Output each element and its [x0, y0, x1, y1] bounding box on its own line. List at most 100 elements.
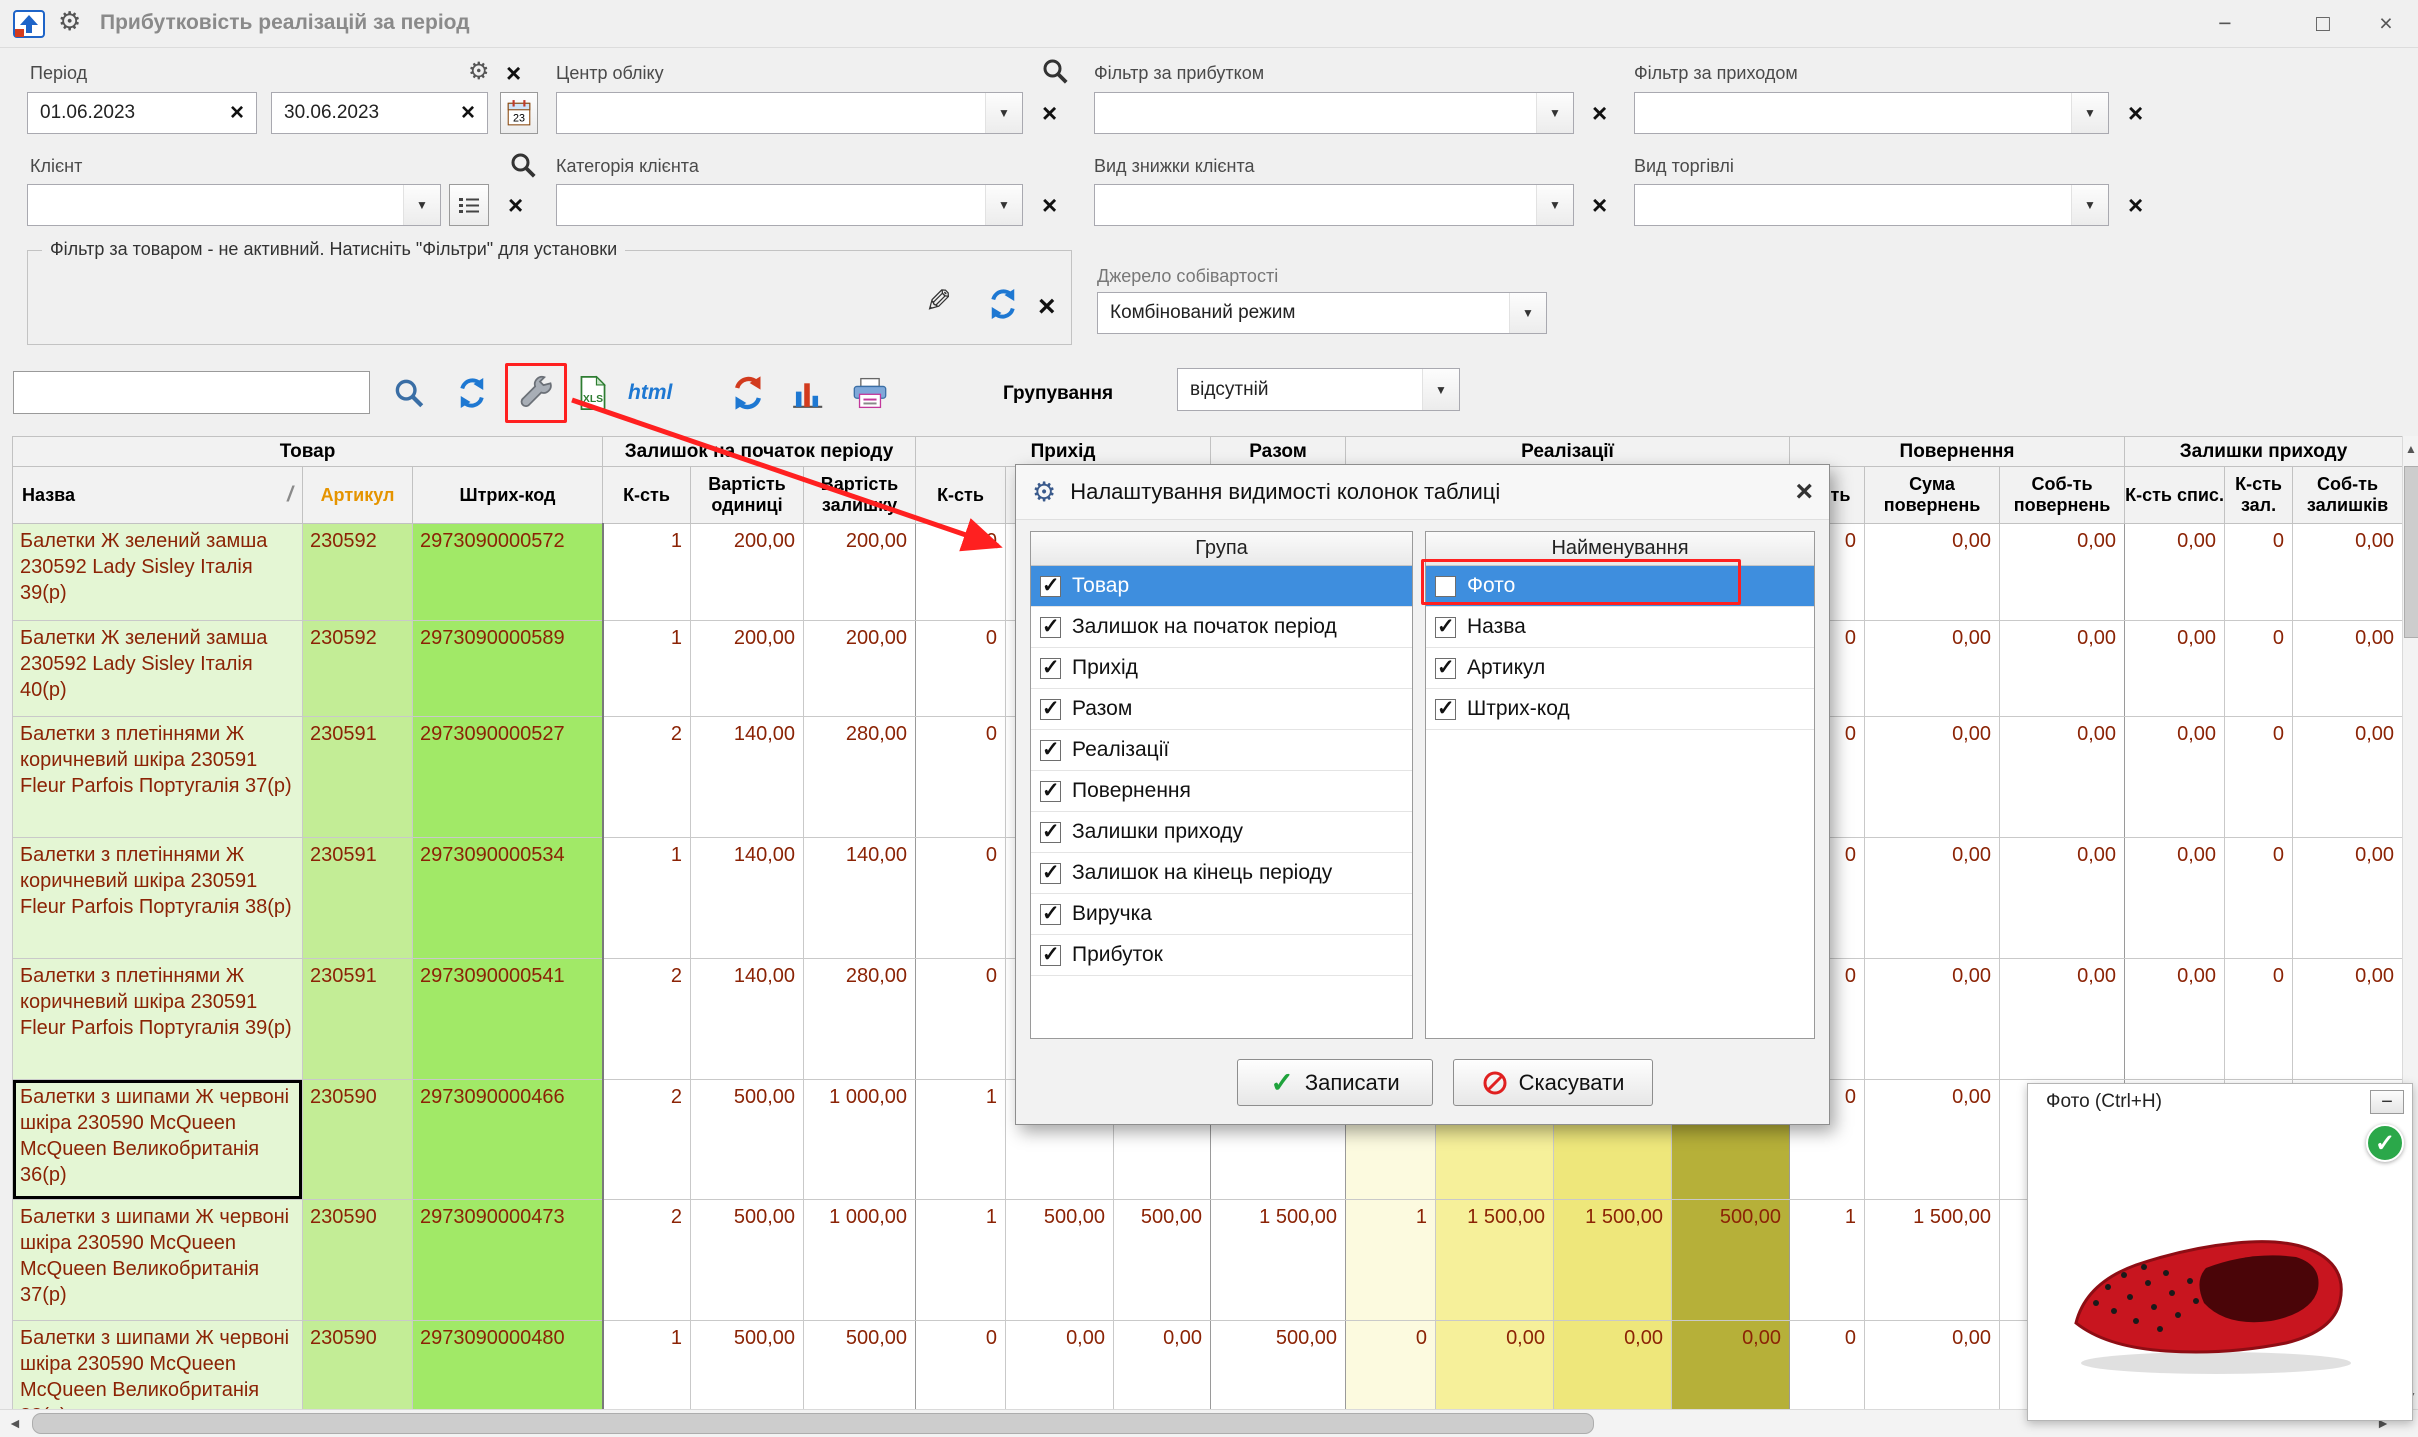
accounting-center-select[interactable]: ▼	[556, 92, 1023, 134]
value-cell[interactable]: 140,00	[804, 838, 916, 959]
value-cell[interactable]: 0,00	[1436, 1321, 1554, 1410]
column-header-17[interactable]: К-сть спис.	[2125, 467, 2225, 524]
export-xls-button[interactable]: XLS	[571, 370, 615, 416]
dialog-close-icon[interactable]: ×	[1795, 475, 1813, 509]
value-cell[interactable]: 1 500,00	[1554, 1200, 1672, 1321]
checkbox-checked[interactable]	[1040, 617, 1061, 638]
export-html-button[interactable]: html	[628, 381, 672, 405]
barcode-cell[interactable]: 2973090000473	[413, 1200, 603, 1321]
article-cell[interactable]: 230590	[303, 1080, 413, 1200]
maximize-button[interactable]: □	[2293, 0, 2353, 46]
checkbox-checked[interactable]	[1040, 699, 1061, 720]
column-header-4[interactable]: Вартість одиниці	[691, 467, 804, 524]
value-cell[interactable]: 0,00	[2293, 959, 2402, 1080]
article-cell[interactable]: 230591	[303, 838, 413, 959]
value-cell[interactable]: 1	[1346, 1200, 1436, 1321]
value-cell[interactable]: 200,00	[804, 621, 916, 717]
photo-minimize-button[interactable]: −	[2370, 1090, 2404, 1114]
chevron-down-icon[interactable]: ▼	[1536, 93, 1573, 133]
value-cell[interactable]: 0,00	[2125, 717, 2225, 838]
value-cell[interactable]: 1	[1790, 1200, 1865, 1321]
value-cell[interactable]: 0	[1346, 1321, 1436, 1410]
value-cell[interactable]: 0,00	[2125, 621, 2225, 717]
column-header-19[interactable]: Соб-ть залишків	[2293, 467, 2402, 524]
checkbox-checked[interactable]	[1435, 658, 1456, 679]
profit-clear-icon[interactable]: ×	[1592, 100, 1607, 126]
scroll-up-icon[interactable]: ▲	[2405, 442, 2417, 456]
checkbox-checked[interactable]	[1040, 740, 1061, 761]
chevron-down-icon[interactable]: ▼	[985, 93, 1022, 133]
value-cell[interactable]: 0,00	[1865, 1321, 2000, 1410]
client-list-button[interactable]	[449, 184, 489, 226]
value-cell[interactable]: 500,00	[691, 1080, 804, 1200]
article-cell[interactable]: 230592	[303, 524, 413, 621]
discount-clear-icon[interactable]: ×	[1592, 192, 1607, 218]
barcode-cell[interactable]: 2973090000572	[413, 524, 603, 621]
column-header-5[interactable]: Вартість залишку	[804, 467, 916, 524]
client-select[interactable]: ▼	[27, 184, 441, 226]
dialog-group-item[interactable]: Реалізації	[1031, 730, 1412, 771]
value-cell[interactable]: 1	[603, 838, 691, 959]
value-cell[interactable]: 200,00	[804, 524, 916, 621]
barcode-cell[interactable]: 2973090000480	[413, 1321, 603, 1410]
value-cell[interactable]: 0	[916, 838, 1006, 959]
column-header-1[interactable]: Артикул	[303, 467, 413, 524]
edit-filter-icon[interactable]: ✎	[925, 282, 952, 320]
refresh-button[interactable]	[450, 370, 494, 416]
value-cell[interactable]: 0	[916, 1321, 1006, 1410]
cancel-button[interactable]: Скасувати	[1453, 1059, 1653, 1106]
group-header-5[interactable]: Повернення	[1790, 437, 2125, 467]
article-cell[interactable]: 230590	[303, 1200, 413, 1321]
vertical-scroll-thumb[interactable]	[2404, 466, 2418, 638]
value-cell[interactable]: 0,00	[1865, 524, 2000, 621]
value-cell[interactable]: 0,00	[2293, 838, 2402, 959]
value-cell[interactable]: 0,00	[1865, 838, 2000, 959]
horizontal-scroll-thumb[interactable]	[32, 1413, 1594, 1434]
minimize-button[interactable]: −	[2195, 0, 2255, 46]
value-cell[interactable]: 0	[916, 717, 1006, 838]
period-settings-gear-icon[interactable]: ⚙	[468, 60, 490, 84]
barcode-cell[interactable]: 2973090000527	[413, 717, 603, 838]
group-header-1[interactable]: Залишок на початок періоду	[603, 437, 916, 467]
checkbox-checked[interactable]	[1435, 699, 1456, 720]
barcode-cell[interactable]: 2973090000541	[413, 959, 603, 1080]
client-search-icon[interactable]	[508, 150, 538, 180]
checkbox-checked[interactable]	[1040, 781, 1061, 802]
column-header-3[interactable]: К-сть	[603, 467, 691, 524]
value-cell[interactable]: 0,00	[2125, 524, 2225, 621]
center-search-icon[interactable]	[1040, 56, 1070, 86]
client-category-select[interactable]: ▼	[556, 184, 1023, 226]
calendar-button[interactable]: 23	[500, 92, 538, 134]
chevron-down-icon[interactable]: ▼	[2071, 93, 2108, 133]
chevron-down-icon[interactable]: ▼	[1509, 293, 1546, 333]
dialog-name-item[interactable]: Артикул	[1426, 648, 1814, 689]
value-cell[interactable]: 0,00	[2000, 838, 2125, 959]
search-input[interactable]	[13, 371, 370, 414]
chevron-down-icon[interactable]: ▼	[403, 185, 440, 225]
chevron-down-icon[interactable]: ▼	[985, 185, 1022, 225]
value-cell[interactable]: 0	[916, 959, 1006, 1080]
cost-source-select[interactable]: Комбінований режим ▼	[1097, 292, 1547, 334]
close-button[interactable]: ×	[2356, 0, 2416, 46]
value-cell[interactable]: 0	[916, 524, 1006, 621]
value-cell[interactable]: 0,00	[1865, 621, 2000, 717]
recalculate-button[interactable]	[726, 370, 770, 416]
value-cell[interactable]: 0,00	[1865, 1080, 2000, 1200]
value-cell[interactable]: 140,00	[691, 959, 804, 1080]
value-cell[interactable]: 0,00	[2293, 717, 2402, 838]
value-cell[interactable]: 500,00	[691, 1321, 804, 1410]
value-cell[interactable]: 500,00	[1211, 1321, 1346, 1410]
period-from-clear-icon[interactable]: ×	[218, 99, 256, 127]
dialog-group-item[interactable]: Прихід	[1031, 648, 1412, 689]
barcode-cell[interactable]: 2973090000466	[413, 1080, 603, 1200]
value-cell[interactable]: 140,00	[691, 717, 804, 838]
value-cell[interactable]: 0,00	[2000, 621, 2125, 717]
value-cell[interactable]: 0,00	[2000, 524, 2125, 621]
checkbox-checked[interactable]	[1435, 617, 1456, 638]
column-header-16[interactable]: Соб-ть повернень	[2000, 467, 2125, 524]
dialog-group-item[interactable]: Залишки приходу	[1031, 812, 1412, 853]
dialog-group-item[interactable]: Залишок на кінець періоду	[1031, 853, 1412, 894]
refresh-filter-icon[interactable]	[985, 286, 1021, 322]
product-name-cell[interactable]: Балетки з плетіннями Ж коричневий шкіра …	[13, 717, 303, 838]
column-header-6[interactable]: К-сть	[916, 467, 1006, 524]
